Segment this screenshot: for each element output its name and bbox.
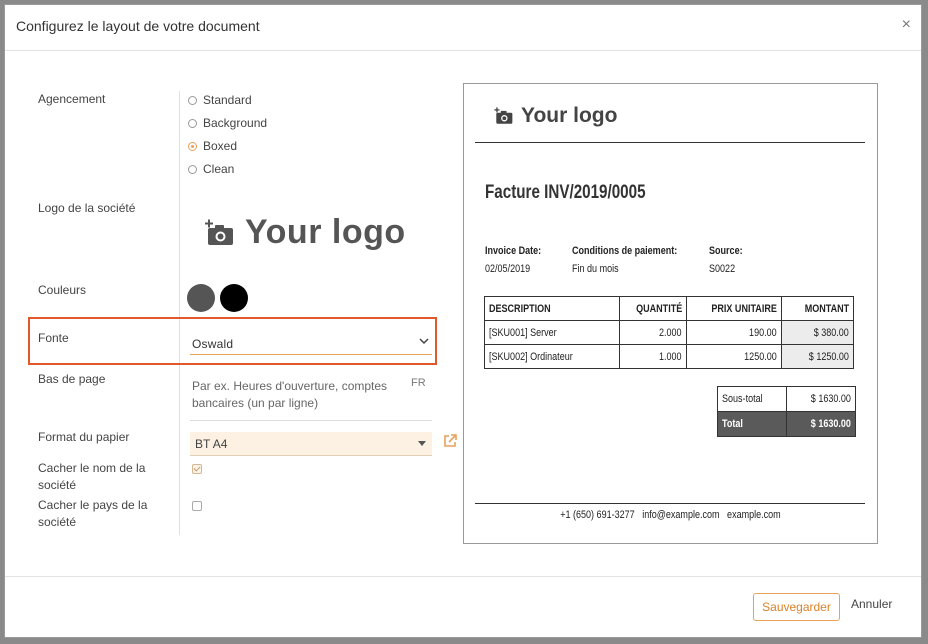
radio-circle [188,95,197,105]
dialog-header: Configurez le layout de votre document × [5,5,921,51]
info-value: 02/05/2019 [485,263,531,275]
footer-placeholder: Par ex. Heures d'ouverture, comptes banc… [192,379,388,410]
table-cell: [SKU002] Ordinateur [484,344,620,369]
table-cell: $ 380.00 [781,320,854,345]
logo-upload[interactable]: Your logo [205,213,406,252]
radio-clean[interactable]: Clean [188,162,234,176]
hide-company-country-label: Cacher le pays de la société [38,498,148,529]
info-value: S0022 [709,263,736,275]
info-header: Conditions de paiement: [572,245,678,257]
radio-label: Background [203,116,268,130]
column-header: MONTANT [781,296,854,321]
info-source: Source: S0022 [709,242,743,278]
layout-dialog: Configurez le layout de votre document ×… [4,4,922,638]
font-label: Fonte [38,331,69,345]
preview-logo: Your logo [494,104,617,128]
paper-format-label: Format du papier [38,430,130,444]
subtotal-row: Sous-total $ 1630.00 [716,386,856,412]
chevron-down-icon [419,338,429,345]
radio-label: Boxed [203,139,238,153]
font-select-value: Oswald [192,337,234,351]
table-header-row: DESCRIPTION QUANTITÉ PRIX UNITAIRE MONTA… [484,296,854,321]
save-button[interactable]: Sauvegarder [753,593,840,621]
subtotal-value: $ 1630.00 [786,386,856,412]
preview-logo-text: Your logo [521,104,618,127]
column-header: QUANTITÉ [619,296,687,321]
hide-company-name-checkbox[interactable] [192,464,202,474]
form-divider [179,91,180,535]
radio-circle-checked [188,141,197,151]
preview-footer-divider [475,503,865,504]
logo-label: Logo de la société [38,201,136,215]
primary-color-swatch[interactable] [187,284,215,312]
info-value: Fin du mois [572,263,619,275]
document-preview: Your logo Facture INV/2019/0005 Invoice … [463,83,878,544]
footer-label: Bas de page [38,372,106,386]
column-header: PRIX UNITAIRE [686,296,782,321]
hide-company-country-checkbox[interactable] [192,501,202,511]
preview-header-divider [475,142,865,143]
totals-table: Sous-total $ 1630.00 Total $ 1630.00 [716,386,856,437]
info-invoice-date: Invoice Date: 02/05/2019 [485,242,541,278]
table-cell: $ 1250.00 [781,344,854,369]
camera-plus-icon [494,107,513,124]
info-header: Source: [709,245,743,257]
total-value: $ 1630.00 [786,411,856,437]
colors-label: Couleurs [38,283,87,297]
secondary-color-swatch[interactable] [220,284,248,312]
paper-format-value: BT A4 [195,437,228,451]
radio-circle [188,118,197,128]
table-cell: 2.000 [619,320,687,345]
close-button[interactable]: × [902,17,911,33]
table-row: [SKU002] Ordinateur 1.000 1250.00 $ 1250… [484,344,854,369]
paper-format-select[interactable]: BT A4 [190,432,432,456]
invoice-lines-table: DESCRIPTION QUANTITÉ PRIX UNITAIRE MONTA… [484,296,854,369]
column-header: DESCRIPTION [484,296,620,321]
preview-footer-text: +1 (650) 691-3277 info@example.com examp… [560,509,781,521]
layout-label: Agencement [38,92,106,106]
dialog-title: Configurez le layout de votre document [16,18,260,34]
logo-text: Your logo [245,213,406,251]
total-label: Total [716,411,788,437]
caret-down-icon [418,441,426,446]
camera-plus-icon [205,219,233,245]
external-link-icon[interactable] [442,433,458,449]
table-cell: 1.000 [619,344,687,369]
radio-label: Standard [203,93,252,107]
footer-textarea[interactable]: Par ex. Heures d'ouverture, comptes banc… [190,375,432,421]
cancel-button[interactable]: Annuler [851,597,892,611]
dialog-footer: Sauvegarder Annuler [5,576,921,638]
table-row: [SKU001] Server 2.000 190.00 $ 380.00 [484,320,854,345]
language-button[interactable]: FR [411,377,426,389]
info-payment-terms: Conditions de paiement: Fin du mois [572,242,677,278]
radio-boxed[interactable]: Boxed [188,139,237,153]
table-cell: 190.00 [686,320,782,345]
invoice-title: Facture INV/2019/0005 [485,182,646,203]
hide-company-name-label: Cacher le nom de la société [38,461,146,492]
radio-standard[interactable]: Standard [188,93,252,107]
total-row: Total $ 1630.00 [716,411,856,437]
radio-circle [188,164,197,174]
table-cell: [SKU001] Server [484,320,620,345]
subtotal-label: Sous-total [716,386,788,412]
radio-label: Clean [203,162,235,176]
font-select[interactable]: Oswald [190,332,432,355]
table-cell: 1250.00 [686,344,782,369]
radio-background[interactable]: Background [188,116,267,130]
info-header: Invoice Date: [485,245,542,257]
